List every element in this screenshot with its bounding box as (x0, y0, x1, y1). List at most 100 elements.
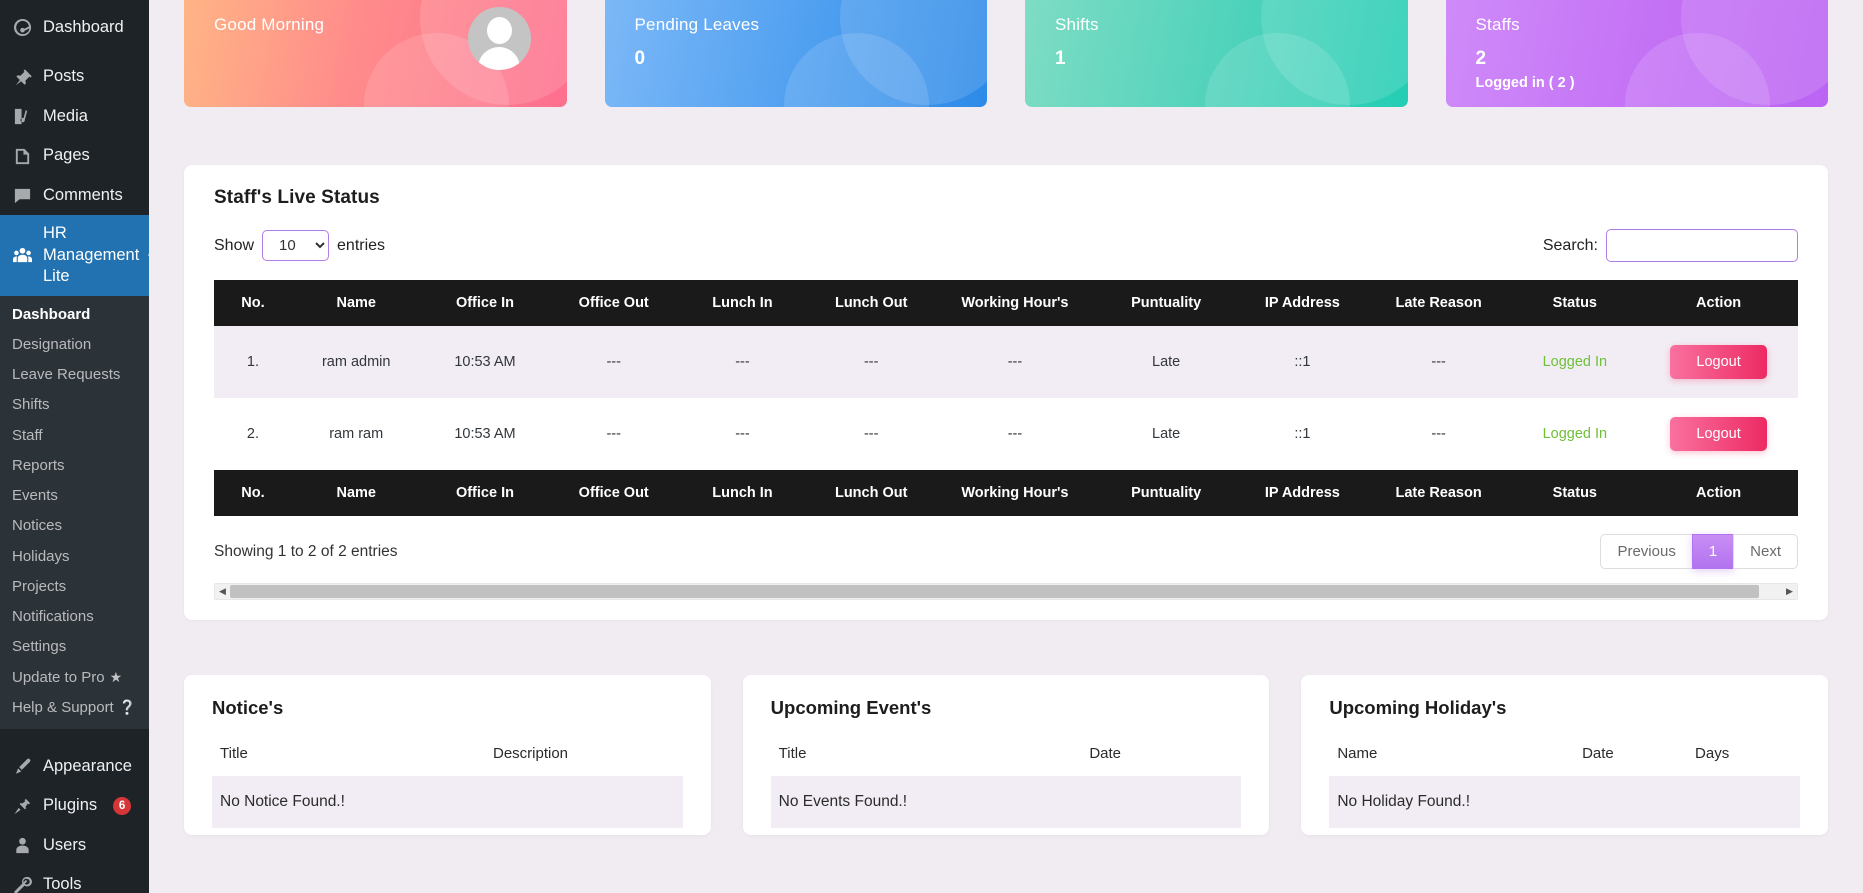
sidebar-item-hr-management-lite[interactable]: HR Management Lite (0, 215, 149, 296)
sidebar-item-posts[interactable]: Posts (0, 57, 149, 96)
notices-empty-text: No Notice Found.! (212, 776, 683, 828)
events-empty-row: No Events Found.! (770, 776, 1242, 828)
events-empty-text: No Events Found.! (770, 776, 1242, 828)
widget-title: Upcoming Holiday's (1329, 697, 1507, 718)
col-header-name[interactable]: Name (291, 280, 421, 326)
sidebar-subitem-designation[interactable]: Designation (0, 330, 149, 360)
cell-status: Logged In (1510, 326, 1639, 398)
pagination-next-button[interactable]: Next (1733, 534, 1798, 569)
show-label: Show (214, 236, 255, 254)
foot-col-office-out[interactable]: Office Out (549, 470, 679, 516)
sidebar-subitem-projects[interactable]: Projects (0, 572, 149, 602)
table-horizontal-scrollbar[interactable]: ◀ ▶ (214, 583, 1798, 600)
table-footer-controls: Showing 1 to 2 of 2 entries Previous 1 N… (214, 534, 1798, 569)
holidays-header-row: Name Date Days (1329, 741, 1800, 776)
foot-col-status[interactable]: Status (1510, 470, 1640, 516)
sidebar-subitem-settings[interactable]: Settings (0, 632, 149, 662)
stat-card-greeting: Good Morning (184, 0, 567, 107)
card-value: 1 (1055, 48, 1066, 69)
foot-col-office-in[interactable]: Office In (420, 470, 550, 516)
foot-col-late-reason[interactable]: Late Reason (1366, 470, 1511, 516)
cell-lunch-in: --- (735, 354, 750, 370)
sidebar-subitem-label: Notices (12, 517, 63, 535)
sidebar-subitem-label: Events (12, 487, 58, 504)
sidebar-subitem-leave-requests[interactable]: Leave Requests (0, 360, 149, 390)
sidebar-subitem-update-to-pro[interactable]: Update to Pro ★ (0, 663, 149, 693)
foot-col-no[interactable]: No. (214, 470, 292, 516)
scroll-right-arrow-icon[interactable]: ▶ (1782, 584, 1797, 599)
col-header-ip-address[interactable]: IP Address (1238, 280, 1367, 326)
search-input[interactable] (1606, 229, 1798, 262)
scroll-left-arrow-icon[interactable]: ◀ (215, 584, 230, 599)
page-title: Staff's Live Status (214, 187, 380, 208)
cell-office-out: --- (606, 426, 621, 442)
sidebar-subitem-label: Help & Support (12, 698, 114, 716)
tools-wrench-icon (12, 875, 33, 893)
page-length-select[interactable]: 10 25 50 100 (262, 230, 330, 261)
notices-header-row: Title Description (212, 741, 683, 776)
col-header-lunch-out[interactable]: Lunch Out (806, 280, 936, 326)
logout-button[interactable]: Logout (1670, 417, 1767, 451)
sidebar-subitem-notifications[interactable]: Notifications (0, 602, 149, 632)
table-row: 2. ram ram 10:53 AM --- --- --- --- Late… (214, 398, 1798, 470)
cell-action: Logout (1639, 326, 1798, 398)
scrollbar-track[interactable] (230, 584, 1782, 599)
upcoming-holidays-widget: Upcoming Holiday's Name Date Days No Hol… (1301, 675, 1829, 835)
sidebar-item-dashboard[interactable]: Dashboard (0, 8, 149, 47)
sidebar-item-label: Users (43, 835, 87, 854)
sidebar-subitem-staff[interactable]: Staff (0, 421, 149, 451)
sidebar-item-plugins[interactable]: Plugins 6 (0, 786, 149, 825)
col-header-action[interactable]: Action (1639, 280, 1798, 326)
cell-lunch-out: --- (863, 426, 879, 442)
holidays-col-name: Name (1337, 745, 1378, 762)
logout-button[interactable]: Logout (1670, 345, 1767, 379)
foot-col-lunch-in[interactable]: Lunch In (678, 470, 807, 516)
sidebar-item-comments[interactable]: Comments (0, 176, 149, 215)
foot-col-ip-address[interactable]: IP Address (1238, 470, 1367, 516)
sidebar-item-appearance[interactable]: Appearance (0, 747, 149, 786)
sidebar-item-pages[interactable]: Pages (0, 136, 149, 175)
holidays-table-body: No Holiday Found.! (1329, 776, 1801, 828)
sidebar-item-label: Dashboard (43, 18, 124, 36)
widget-title: Upcoming Event's (770, 697, 932, 718)
sidebar-subitem-label: Settings (12, 638, 67, 656)
foot-col-lunch-out[interactable]: Lunch Out (806, 470, 936, 516)
sidebar-item-label: Tools (43, 875, 82, 893)
cell-ip-address: ::1 (1294, 426, 1311, 442)
col-header-office-in[interactable]: Office In (420, 280, 550, 326)
pagination-page-1-button[interactable]: 1 (1691, 534, 1735, 569)
foot-col-working-hours[interactable]: Working Hour's (935, 470, 1095, 516)
col-header-late-reason[interactable]: Late Reason (1366, 280, 1511, 326)
events-table-body: No Events Found.! (770, 776, 1242, 828)
sidebar-item-label: Media (43, 106, 88, 125)
sidebar-subitem-dashboard[interactable]: Dashboard (0, 300, 149, 330)
sidebar-submenu-hr: Dashboard Designation Leave Requests Shi… (0, 295, 149, 729)
col-header-no[interactable]: No. (214, 280, 292, 326)
holidays-empty-text: No Holiday Found.! (1329, 776, 1801, 828)
sidebar-subitem-reports[interactable]: Reports (0, 451, 149, 481)
search-label: Search: (1542, 236, 1598, 254)
sidebar-subitem-notices[interactable]: Notices (0, 511, 149, 541)
col-header-puntuality[interactable]: Puntuality (1094, 280, 1238, 326)
sidebar-item-users[interactable]: Users (0, 826, 149, 865)
pagination-previous-button[interactable]: Previous (1600, 534, 1693, 569)
sidebar-subitem-help-and-support[interactable]: Help & Support ❔ (0, 693, 149, 723)
col-header-status[interactable]: Status (1510, 280, 1640, 326)
posts-pin-icon (12, 67, 33, 88)
sidebar-item-label: Plugins (43, 796, 98, 815)
sidebar-subitem-holidays[interactable]: Holidays (0, 542, 149, 572)
sidebar-item-media[interactable]: Media (0, 97, 149, 136)
foot-col-name[interactable]: Name (291, 470, 421, 516)
col-header-office-out[interactable]: Office Out (549, 280, 679, 326)
col-header-working-hours[interactable]: Working Hour's (935, 280, 1095, 326)
sidebar-subitem-events[interactable]: Events (0, 481, 149, 511)
sidebar-bottom-menu: Appearance Plugins 6 Users Tools S (0, 739, 149, 893)
sidebar-subitem-shifts[interactable]: Shifts (0, 390, 149, 420)
cell-name: ram admin (321, 354, 391, 370)
col-header-lunch-in[interactable]: Lunch In (678, 280, 807, 326)
sidebar-item-tools[interactable]: Tools (0, 865, 149, 893)
cell-office-out: --- (606, 354, 621, 370)
foot-col-action[interactable]: Action (1639, 470, 1798, 516)
scrollbar-thumb[interactable] (230, 585, 1759, 598)
foot-col-puntuality[interactable]: Puntuality (1094, 470, 1238, 516)
